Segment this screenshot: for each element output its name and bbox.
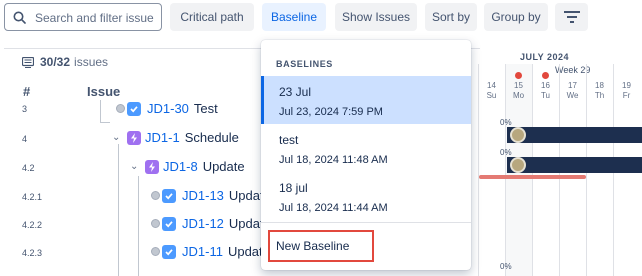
progress-label: 0% [500, 148, 512, 157]
baseline-item-23-jul[interactable]: 23 Jul Jul 23, 2024 7:59 PM [261, 76, 471, 124]
day-of-week: Mo [512, 91, 525, 100]
row-number: 4.2.3 [22, 248, 43, 258]
row-number: 4.2.1 [22, 192, 43, 202]
task-icon [162, 216, 176, 231]
baseline-bar [479, 175, 586, 179]
progress-label: 0% [500, 118, 512, 127]
task-icon [162, 244, 176, 259]
baseline-date: Jul 18, 2024 11:48 AM [279, 154, 388, 166]
day-of-week: Th [594, 91, 605, 100]
issue-summary: Update [202, 159, 245, 174]
status-dot [151, 219, 160, 228]
issue-key-link[interactable]: JD1-12 [182, 216, 224, 231]
avatar [510, 157, 526, 173]
baseline-item-test[interactable]: test Jul 18, 2024 11:48 AM [261, 124, 471, 172]
chevron-down-icon[interactable]: ⌄ [112, 132, 120, 143]
column-header-number: # [23, 84, 31, 99]
issue-cell: JD1-8 Update [145, 159, 245, 174]
day-of-week: We [566, 91, 579, 100]
search-box[interactable] [4, 3, 162, 31]
row-number: 4 [22, 134, 28, 144]
toolbar: Critical path Baseline Show Issues Sort … [0, 0, 642, 44]
day-of-week: Fr [622, 91, 631, 100]
issue-cell: JD1-1 Schedule [127, 130, 239, 145]
baseline-item-18-jul[interactable]: 18 jul Jul 18, 2024 11:44 AM [261, 172, 471, 220]
baseline-date: Jul 23, 2024 7:59 PM [279, 106, 383, 118]
day-of-week: Su [486, 91, 497, 100]
status-dot [151, 247, 160, 256]
issue-cell: JD1-30 Test [116, 101, 218, 116]
day-number: 17 [568, 81, 577, 90]
issue-cell: JD1-12 Update [151, 216, 271, 231]
show-issues-button[interactable]: Show Issues [335, 3, 417, 31]
gantt-bar[interactable] [507, 157, 642, 173]
day-number: 18 [595, 81, 604, 90]
issue-count-label: issues [74, 55, 109, 69]
progress-label: 0% [500, 262, 512, 271]
marker-dot [542, 72, 549, 79]
search-input[interactable] [35, 9, 159, 26]
epic-icon [145, 159, 159, 174]
baselines-header: BASELINES [276, 59, 333, 69]
task-icon [162, 188, 176, 203]
status-dot [151, 191, 160, 200]
search-icon [13, 11, 26, 24]
new-baseline-button[interactable]: New Baseline [268, 230, 374, 262]
baseline-name: test [279, 133, 299, 147]
day-number: 16 [541, 81, 550, 90]
critical-path-button[interactable]: Critical path [170, 3, 254, 31]
baseline-name: 23 Jul [279, 85, 312, 99]
baseline-button[interactable]: Baseline [262, 3, 326, 31]
row-number: 4.2 [22, 163, 35, 173]
filter-icon [563, 11, 580, 23]
filter-button[interactable] [555, 3, 588, 31]
day-number: 15 [514, 81, 523, 90]
marker-dot [515, 72, 522, 79]
group-by-button[interactable]: Group by [484, 3, 548, 31]
issue-key-link[interactable]: JD1-11 [182, 244, 223, 259]
issue-key-link[interactable]: JD1-30 [147, 101, 189, 116]
row-number: 3 [22, 104, 28, 114]
task-icon [127, 101, 141, 116]
issue-summary: Schedule [184, 130, 239, 145]
issue-key-link[interactable]: JD1-13 [182, 188, 224, 203]
day-number: 14 [487, 81, 496, 90]
issue-key-link[interactable]: JD1-8 [163, 159, 198, 174]
status-dot [116, 104, 125, 113]
issue-count-value: 30/32 [40, 55, 71, 69]
row-number: 4.2.2 [22, 220, 43, 230]
sort-by-button[interactable]: Sort by [425, 3, 477, 31]
issue-key-link[interactable]: JD1-1 [145, 130, 180, 145]
day-number: 19 [622, 81, 631, 90]
baselines-dropdown: BASELINES 23 Jul Jul 23, 2024 7:59 PM te… [261, 40, 471, 270]
issue-cell: JD1-11 Update [151, 244, 270, 259]
timeline-month: JULY 2024 [520, 52, 570, 62]
column-header-issue: Issue [87, 84, 121, 99]
baseline-date: Jul 18, 2024 11:44 AM [279, 202, 388, 214]
list-icon [22, 56, 34, 68]
issue-count: 30/32 issues [22, 55, 108, 69]
chevron-down-icon[interactable]: ⌄ [130, 161, 138, 172]
baseline-name: 18 jul [279, 181, 308, 195]
issue-summary: Test [193, 101, 218, 116]
avatar [510, 127, 526, 143]
epic-icon [127, 130, 141, 145]
gantt-bar[interactable] [507, 127, 642, 143]
day-of-week: Tu [540, 91, 551, 100]
issue-cell: JD1-13 Update [151, 188, 271, 203]
dropdown-divider [261, 222, 471, 223]
